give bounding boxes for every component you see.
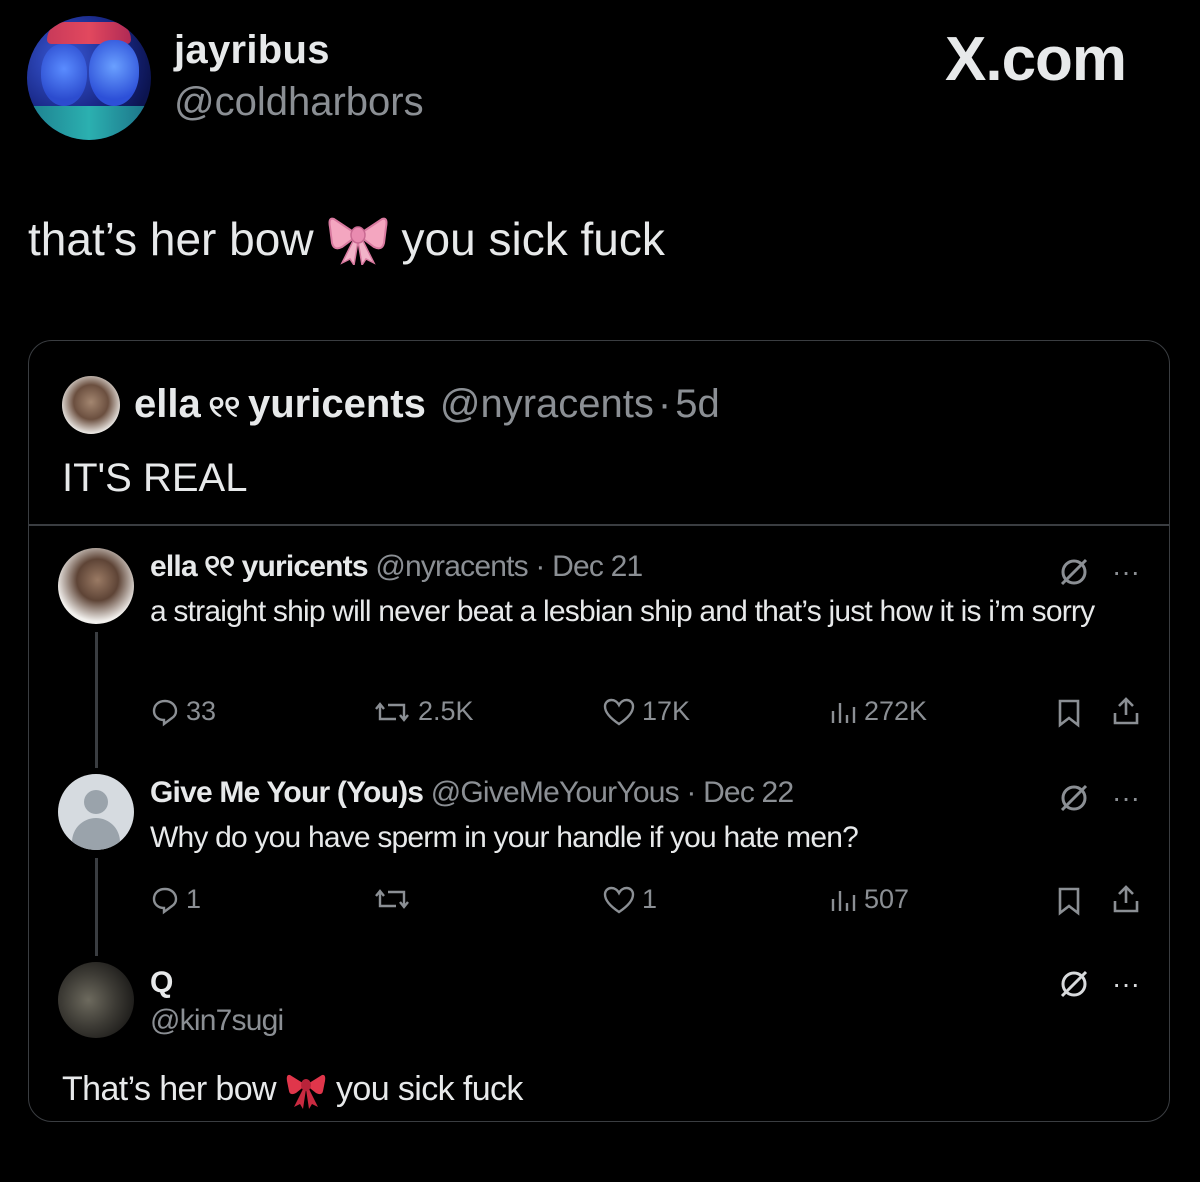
- thread-2-repost-button[interactable]: [372, 884, 418, 914]
- quote-text: IT'S REAL: [62, 456, 248, 500]
- thread-2-view-count: 507: [864, 884, 910, 914]
- heart-icon: [603, 886, 635, 913]
- thread-1-header: ella ୧୧ yuricents @nyracents · Dec 21: [150, 550, 643, 584]
- thread-3-name[interactable]: Q: [150, 966, 173, 999]
- author-display-name[interactable]: jayribus: [174, 28, 330, 73]
- share-icon[interactable]: [1112, 884, 1140, 919]
- thread-3-body: That’s her bow you sick fuck: [62, 1070, 523, 1109]
- thread-3-body-after: you sick fuck: [335, 1070, 523, 1108]
- thread-1-view-count: 272K: [864, 696, 928, 726]
- heart-icon: [603, 698, 635, 725]
- bookmark-icon[interactable]: [1056, 886, 1082, 921]
- thread-connector: [95, 632, 98, 768]
- thread-2-views[interactable]: 507: [828, 884, 909, 915]
- thread-2-like-button[interactable]: 1: [602, 884, 657, 915]
- tweet-text-after: you sick fuck: [401, 213, 665, 265]
- grok-icon[interactable]: [1058, 782, 1090, 819]
- quote-name-glyph: ୧୧: [208, 391, 240, 424]
- thread-1-avatar[interactable]: [58, 548, 134, 624]
- thread-3-body-before: That’s her bow: [62, 1070, 277, 1108]
- quote-author-name-rest[interactable]: yuricents: [248, 382, 426, 427]
- thread-1-body: a straight ship will never beat a lesbia…: [150, 595, 1095, 628]
- thread-2-header: Give Me Your (You)s @GiveMeYourYous · De…: [150, 776, 794, 810]
- thread-2-name[interactable]: Give Me Your (You)s: [150, 776, 424, 809]
- ribbon-bow-icon: [328, 213, 388, 267]
- thread-1-date[interactable]: · Dec 21: [535, 550, 643, 583]
- thread-2-like-count: 1: [642, 884, 658, 914]
- grok-icon[interactable]: [1058, 968, 1090, 1005]
- thread-1-repost-button[interactable]: 2.5K: [372, 696, 474, 727]
- quote-header: ella ୧୧ yuricents @nyracents · 5d: [134, 382, 720, 427]
- thread-1-name[interactable]: ella ୧୧ yuricents: [150, 550, 369, 583]
- thread-3-avatar[interactable]: [58, 962, 134, 1038]
- thread-connector: [95, 858, 98, 956]
- thread-2-body: Why do you have sperm in your handle if …: [150, 821, 859, 854]
- more-options-icon[interactable]: ···: [1112, 968, 1140, 1000]
- thread-1-handle[interactable]: @nyracents: [375, 550, 528, 583]
- x-logo: X.com: [945, 25, 1127, 94]
- thread-1-reply-button[interactable]: 33: [150, 696, 216, 727]
- share-icon[interactable]: [1112, 696, 1140, 731]
- reply-icon: [152, 699, 178, 726]
- thread-1-like-count: 17K: [642, 696, 691, 726]
- quote-age[interactable]: 5d: [675, 382, 720, 427]
- thread-3-handle[interactable]: @kin7sugi: [150, 1004, 284, 1037]
- views-icon: [831, 890, 856, 911]
- thread-2-date[interactable]: · Dec 22: [686, 776, 794, 809]
- thread-1-like-button[interactable]: 17K: [602, 696, 690, 727]
- more-options-icon[interactable]: ···: [1112, 782, 1140, 814]
- reply-icon: [152, 887, 178, 914]
- quote-divider: [29, 524, 1169, 526]
- grok-icon[interactable]: [1058, 556, 1090, 593]
- bookmark-icon[interactable]: [1056, 698, 1082, 733]
- repost-icon: [375, 701, 409, 722]
- ribbon-icon: [286, 1071, 326, 1109]
- more-options-icon[interactable]: ···: [1112, 556, 1140, 588]
- repost-icon: [375, 889, 409, 909]
- thread-2-handle[interactable]: @GiveMeYourYous: [431, 776, 680, 809]
- thread-2-reply-button[interactable]: 1: [150, 884, 201, 915]
- author-handle[interactable]: @coldharbors: [174, 80, 424, 125]
- thread-3-handle-row: @kin7sugi: [150, 1004, 284, 1038]
- quote-author-avatar[interactable]: [62, 376, 120, 434]
- author-avatar[interactable]: [27, 16, 151, 140]
- thread-3-header: Q: [150, 966, 173, 1000]
- tweet-text-before: that’s her bow: [28, 213, 314, 265]
- quote-author-handle[interactable]: @nyracents: [440, 382, 654, 427]
- thread-1-reply-count: 33: [186, 696, 217, 726]
- views-icon: [831, 702, 856, 723]
- thread-2-avatar[interactable]: [58, 774, 134, 850]
- thread-2-reply-count: 1: [186, 884, 202, 914]
- quote-separator: ·: [657, 382, 672, 426]
- thread-1-repost-count: 2.5K: [418, 696, 474, 726]
- thread-1-views[interactable]: 272K: [828, 696, 927, 727]
- quote-author-name[interactable]: ella: [134, 382, 201, 427]
- tweet-text: that’s her bow you sick fuck: [28, 212, 665, 267]
